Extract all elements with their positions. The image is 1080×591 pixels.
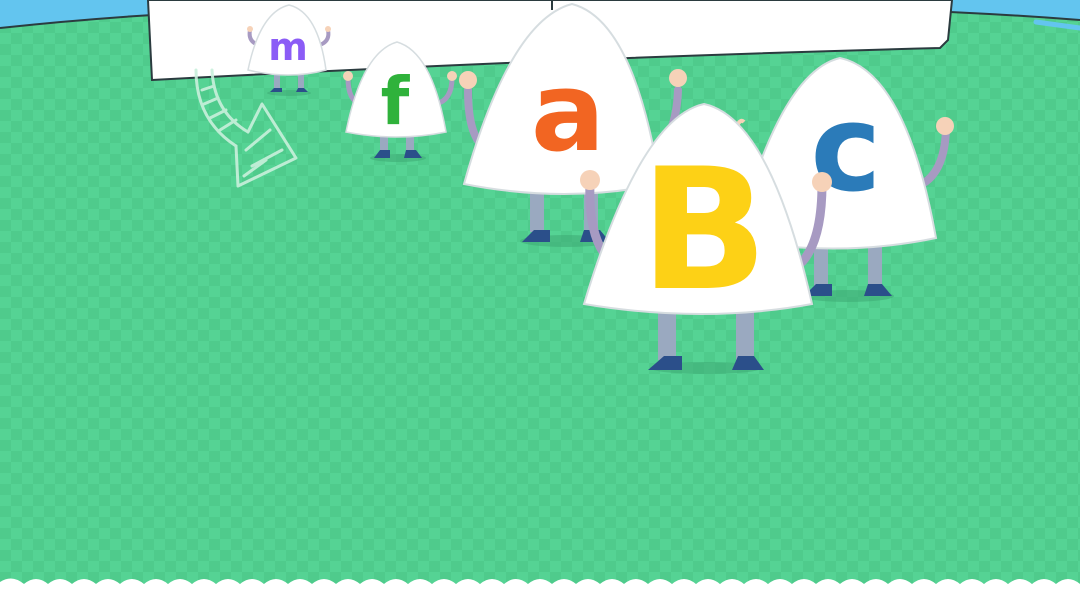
game-scene: m f a c B [0, 0, 1080, 591]
bottom-wave-border [0, 578, 1080, 591]
